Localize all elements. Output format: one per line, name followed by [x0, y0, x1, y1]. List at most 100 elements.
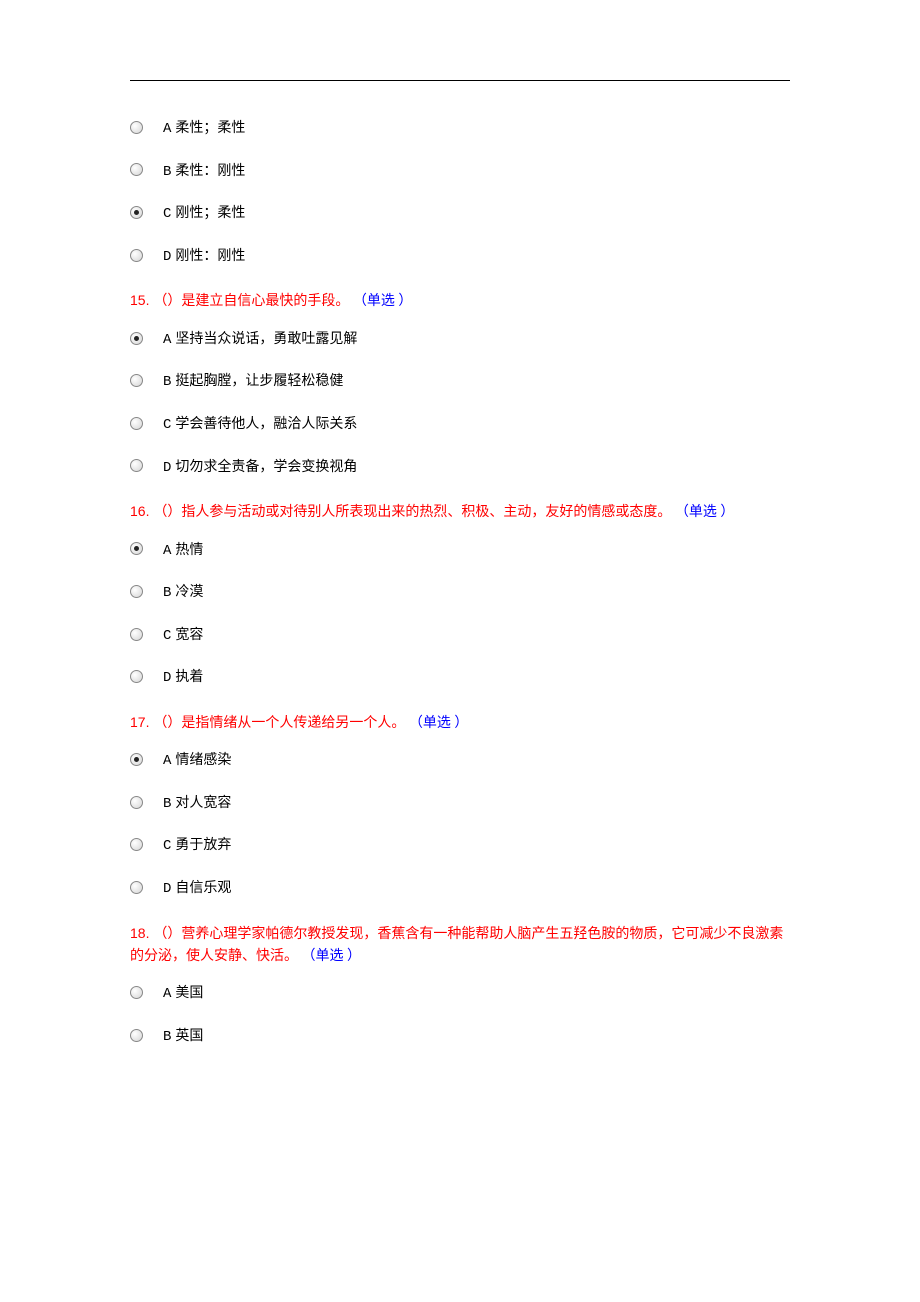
option-text: 学会善待他人，融洽人际关系	[175, 417, 357, 432]
radio-icon[interactable]	[130, 459, 143, 472]
option-letter: C	[163, 628, 171, 644]
option-row[interactable]: B 挺起胸膛，让步履轻松稳健	[130, 372, 790, 393]
option-text: 自信乐观	[175, 881, 231, 896]
question-type: （单选 ）	[409, 716, 469, 731]
option-row[interactable]: A 情绪感染	[130, 751, 790, 772]
option-row[interactable]: B 对人宽容	[130, 794, 790, 815]
question-type: （单选 ）	[353, 294, 413, 309]
option-letter: A	[163, 753, 171, 769]
option-label: D执着	[163, 668, 203, 689]
option-row[interactable]: B柔性：刚性	[130, 162, 790, 183]
radio-icon[interactable]	[130, 986, 143, 999]
option-letter: C	[163, 417, 171, 433]
option-letter: B	[163, 1029, 171, 1045]
q17-options: A 情绪感染 B 对人宽容 C 勇于放弃 D 自信乐观	[130, 751, 790, 899]
option-row[interactable]: C 勇于放弃	[130, 836, 790, 857]
option-text: 宽容	[175, 628, 203, 643]
option-label: D 自信乐观	[163, 879, 231, 900]
question-number: 15.	[130, 292, 153, 308]
radio-icon[interactable]	[130, 796, 143, 809]
option-text: 情绪感染	[175, 753, 231, 768]
question-type: （单选 ）	[302, 949, 362, 964]
option-label: B柔性：刚性	[163, 162, 245, 183]
radio-icon[interactable]	[130, 670, 143, 683]
option-text: 热情	[175, 543, 203, 558]
option-text: 挺起胸膛，让步履轻松稳健	[175, 374, 343, 389]
question-number: 16.	[130, 503, 153, 519]
question-text: （）是指情绪从一个人传递给另一个人。	[153, 716, 409, 731]
option-letter: A	[163, 121, 171, 137]
q18-options: A 美国 B英国	[130, 984, 790, 1047]
radio-icon[interactable]	[130, 417, 143, 430]
question-15: 15. （）是建立自信心最快的手段。 （单选 ）	[130, 289, 790, 313]
radio-icon[interactable]	[130, 542, 143, 555]
radio-icon[interactable]	[130, 838, 143, 851]
question-18: 18. （）营养心理学家帕德尔教授发现，香蕉含有一种能帮助人脑产生五羟色胺的物质…	[130, 922, 790, 969]
q15-options: A 坚持当众说话，勇敢吐露见解 B 挺起胸膛，让步履轻松稳健 C 学会善待他人，融洽人…	[130, 330, 790, 478]
option-letter: A	[163, 986, 171, 1002]
option-letter: B	[163, 585, 171, 601]
q14-options: A柔性；柔性 B柔性：刚性 C 刚性；柔性 D 刚性：刚性	[130, 119, 790, 267]
question-text: （）营养心理学家帕德尔教授发现，香蕉含有一种能帮助人脑产生五羟色胺的物质，它可减…	[130, 927, 783, 964]
option-row[interactable]: A 美国	[130, 984, 790, 1005]
option-label: A柔性；柔性	[163, 119, 245, 140]
option-letter: B	[163, 374, 171, 390]
radio-icon[interactable]	[130, 249, 143, 262]
option-label: A 美国	[163, 984, 203, 1005]
option-row[interactable]: D 自信乐观	[130, 879, 790, 900]
radio-icon[interactable]	[130, 585, 143, 598]
option-row[interactable]: C 宽容	[130, 626, 790, 647]
option-text: 刚性；柔性	[175, 206, 245, 221]
option-label: A 热情	[163, 541, 203, 562]
option-row[interactable]: A 热情	[130, 541, 790, 562]
option-row[interactable]: D执着	[130, 668, 790, 689]
option-letter: B	[163, 796, 171, 812]
option-row[interactable]: A 坚持当众说话，勇敢吐露见解	[130, 330, 790, 351]
option-row[interactable]: C 学会善待他人，融洽人际关系	[130, 415, 790, 436]
radio-icon[interactable]	[130, 206, 143, 219]
option-letter: C	[163, 206, 171, 222]
option-letter: D	[163, 881, 171, 897]
question-number: 17.	[130, 714, 153, 730]
option-letter: D	[163, 460, 171, 476]
option-text: 勇于放弃	[175, 838, 231, 853]
option-label: C 宽容	[163, 626, 203, 647]
option-letter: D	[163, 249, 171, 265]
option-text: 坚持当众说话，勇敢吐露见解	[175, 332, 357, 347]
question-number: 18.	[130, 925, 153, 941]
radio-icon[interactable]	[130, 121, 143, 134]
radio-icon[interactable]	[130, 881, 143, 894]
option-label: C 勇于放弃	[163, 836, 231, 857]
radio-icon[interactable]	[130, 628, 143, 641]
option-label: A 情绪感染	[163, 751, 231, 772]
option-row[interactable]: B 冷漠	[130, 583, 790, 604]
top-rule	[130, 80, 790, 81]
option-label: C 刚性；柔性	[163, 204, 245, 225]
option-row[interactable]: B英国	[130, 1027, 790, 1048]
option-text: 美国	[175, 986, 203, 1001]
option-label: D 切勿求全责备，学会变换视角	[163, 458, 357, 479]
option-letter: A	[163, 332, 171, 348]
option-text: 切勿求全责备，学会变换视角	[175, 460, 357, 475]
option-label: B 冷漠	[163, 583, 203, 604]
radio-icon[interactable]	[130, 332, 143, 345]
radio-icon[interactable]	[130, 374, 143, 387]
option-row[interactable]: D 切勿求全责备，学会变换视角	[130, 458, 790, 479]
option-row[interactable]: D 刚性：刚性	[130, 247, 790, 268]
option-label: A 坚持当众说话，勇敢吐露见解	[163, 330, 357, 351]
option-row[interactable]: C 刚性；柔性	[130, 204, 790, 225]
option-text: 对人宽容	[175, 796, 231, 811]
document-page: A柔性；柔性 B柔性：刚性 C刚性；柔性 D刚性：刚性 15. （）是建立自信心…	[0, 0, 920, 1130]
question-17: 17. （）是指情绪从一个人传递给另一个人。 （单选 ）	[130, 711, 790, 735]
radio-icon[interactable]	[130, 1029, 143, 1042]
option-text: 冷漠	[175, 585, 203, 600]
radio-icon[interactable]	[130, 163, 143, 176]
option-row[interactable]: A柔性；柔性	[130, 119, 790, 140]
option-letter: A	[163, 543, 171, 559]
option-text: 刚性：刚性	[175, 249, 245, 264]
option-text: 柔性：刚性	[175, 164, 245, 179]
option-label: C 学会善待他人，融洽人际关系	[163, 415, 357, 436]
question-text: （）是建立自信心最快的手段。	[153, 294, 353, 309]
option-letter: C	[163, 838, 171, 854]
radio-icon[interactable]	[130, 753, 143, 766]
